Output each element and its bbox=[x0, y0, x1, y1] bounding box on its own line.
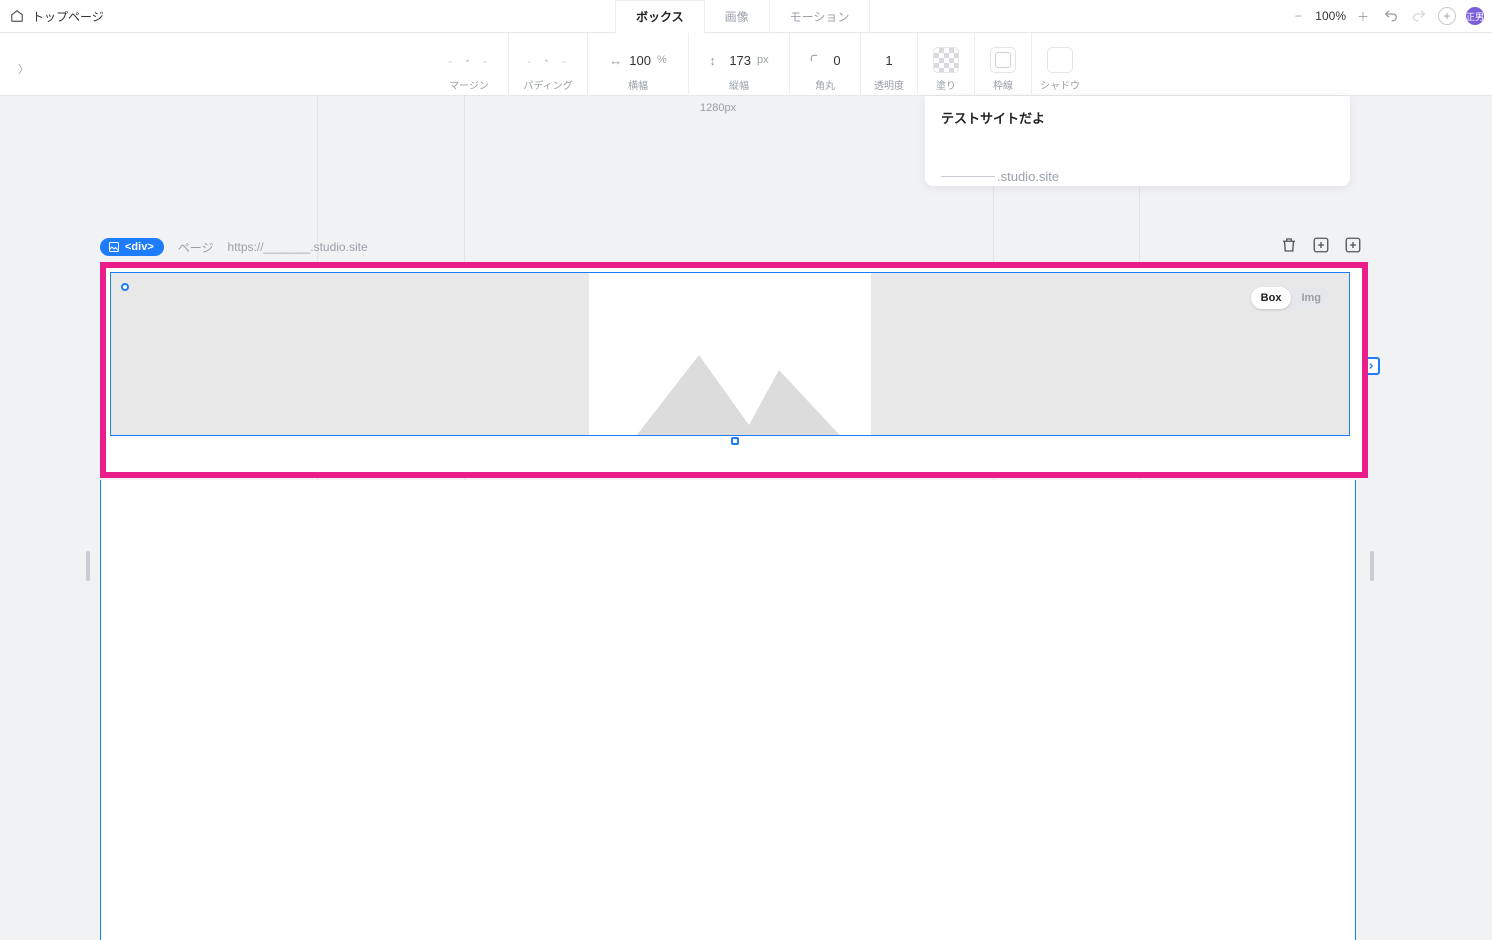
prop-fill[interactable]: 塗り bbox=[917, 33, 974, 96]
mode-tabs: ボックス 画像 モーション bbox=[615, 0, 870, 33]
delete-button[interactable] bbox=[1280, 236, 1298, 254]
tab-motion[interactable]: モーション bbox=[770, 0, 871, 33]
height-unit[interactable]: px bbox=[757, 54, 769, 66]
prop-padding[interactable]: - ・ - パディング bbox=[508, 33, 587, 96]
opacity-value[interactable]: 1 bbox=[885, 53, 892, 68]
tab-image[interactable]: 画像 bbox=[705, 0, 770, 33]
page-title: トップページ bbox=[0, 8, 104, 25]
page-label-suffix: ページ bbox=[178, 239, 214, 256]
redo-button[interactable] bbox=[1410, 7, 1428, 25]
page-body[interactable] bbox=[100, 480, 1356, 940]
zoom-control: − 100% ＋ bbox=[1289, 7, 1372, 25]
zoom-value[interactable]: 100% bbox=[1315, 9, 1346, 23]
breadcrumb-expand-icon[interactable]: 〉 bbox=[18, 61, 29, 77]
site-title: テストサイトだよ bbox=[941, 108, 1334, 127]
site-info-card: テストサイトだよ .studio.site bbox=[925, 96, 1350, 186]
add-before-button[interactable] bbox=[1312, 236, 1330, 254]
margin-value: - ・ - bbox=[448, 52, 490, 69]
site-url[interactable]: .studio.site bbox=[941, 169, 1334, 184]
side-marker-right[interactable] bbox=[1370, 551, 1374, 581]
selected-element[interactable]: Box Img bbox=[110, 272, 1350, 436]
page-url: https://_______.studio.site bbox=[228, 240, 368, 254]
opacity-label: 透明度 bbox=[874, 77, 904, 92]
corner-label: 角丸 bbox=[815, 77, 835, 92]
mountain-icon bbox=[629, 325, 849, 435]
width-icon: ↔ bbox=[609, 53, 623, 68]
undo-button[interactable] bbox=[1382, 7, 1400, 25]
selection-label-row: <div> ページ https://_______.studio.site bbox=[100, 238, 368, 256]
shadow-swatch[interactable] bbox=[1047, 47, 1073, 73]
add-after-button[interactable] bbox=[1344, 236, 1362, 254]
width-unit[interactable]: % bbox=[657, 54, 667, 66]
add-collaborator-button[interactable]: + bbox=[1438, 7, 1456, 25]
selection-tag[interactable]: <div> bbox=[100, 238, 164, 256]
prop-width[interactable]: ↔ 100 % 横幅 bbox=[587, 33, 688, 96]
border-swatch[interactable] bbox=[990, 47, 1016, 73]
prop-border[interactable]: 枠線 bbox=[974, 33, 1031, 96]
canvas[interactable]: 1280px テストサイトだよ .studio.site <div> ページ h… bbox=[0, 96, 1492, 839]
shadow-label: シャドウ bbox=[1040, 77, 1080, 92]
home-icon bbox=[10, 9, 24, 23]
selection-actions bbox=[1280, 236, 1362, 254]
top-bar: トップページ ボックス 画像 モーション − 100% ＋ + 正男 bbox=[0, 0, 1492, 33]
width-value[interactable]: 100 bbox=[629, 53, 651, 68]
corner-value[interactable]: 0 bbox=[833, 53, 840, 68]
box-img-toggle[interactable]: Box Img bbox=[1251, 287, 1331, 309]
border-label: 枠線 bbox=[993, 77, 1013, 92]
zoom-in-button[interactable]: ＋ bbox=[1354, 7, 1372, 25]
toggle-img[interactable]: Img bbox=[1291, 287, 1331, 309]
image-icon bbox=[108, 241, 120, 253]
toggle-box[interactable]: Box bbox=[1251, 287, 1292, 309]
tab-box[interactable]: ボックス bbox=[615, 0, 705, 34]
height-label: 縦幅 bbox=[729, 77, 749, 92]
height-value[interactable]: 173 bbox=[729, 53, 751, 68]
fill-swatch[interactable] bbox=[933, 47, 959, 73]
padding-value: - ・ - bbox=[527, 52, 569, 69]
corner-icon bbox=[809, 53, 823, 67]
fill-label: 塗り bbox=[936, 77, 956, 92]
property-bar: 〉 - ・ - マージン - ・ - パディング ↔ 100 % 横幅 ↕ 17… bbox=[0, 33, 1492, 96]
prop-margin[interactable]: - ・ - マージン bbox=[430, 33, 508, 96]
highlighted-selection[interactable]: Box Img bbox=[100, 262, 1368, 478]
top-right-controls: − 100% ＋ + 正男 bbox=[1289, 7, 1484, 25]
image-placeholder-left bbox=[111, 273, 589, 435]
prop-shadow[interactable]: シャドウ bbox=[1031, 33, 1088, 96]
zoom-out-button[interactable]: − bbox=[1289, 7, 1307, 25]
margin-label: マージン bbox=[449, 77, 489, 92]
resize-handle-bottom[interactable] bbox=[731, 437, 739, 445]
prop-corner[interactable]: 0 角丸 bbox=[789, 33, 860, 96]
page-title-text: トップページ bbox=[32, 8, 104, 25]
selection-tag-text: <div> bbox=[125, 241, 154, 253]
origin-handle[interactable] bbox=[121, 283, 129, 291]
prop-opacity[interactable]: 1 透明度 bbox=[860, 33, 917, 96]
side-marker-left[interactable] bbox=[86, 551, 90, 581]
width-label: 横幅 bbox=[628, 77, 648, 92]
avatar[interactable]: 正男 bbox=[1466, 7, 1484, 25]
image-placeholder-center bbox=[589, 273, 871, 435]
height-icon: ↕ bbox=[709, 53, 723, 68]
prop-height[interactable]: ↕ 173 px 縦幅 bbox=[688, 33, 789, 96]
padding-label: パディング bbox=[523, 77, 572, 92]
ruler-width-label: 1280px bbox=[700, 102, 736, 114]
